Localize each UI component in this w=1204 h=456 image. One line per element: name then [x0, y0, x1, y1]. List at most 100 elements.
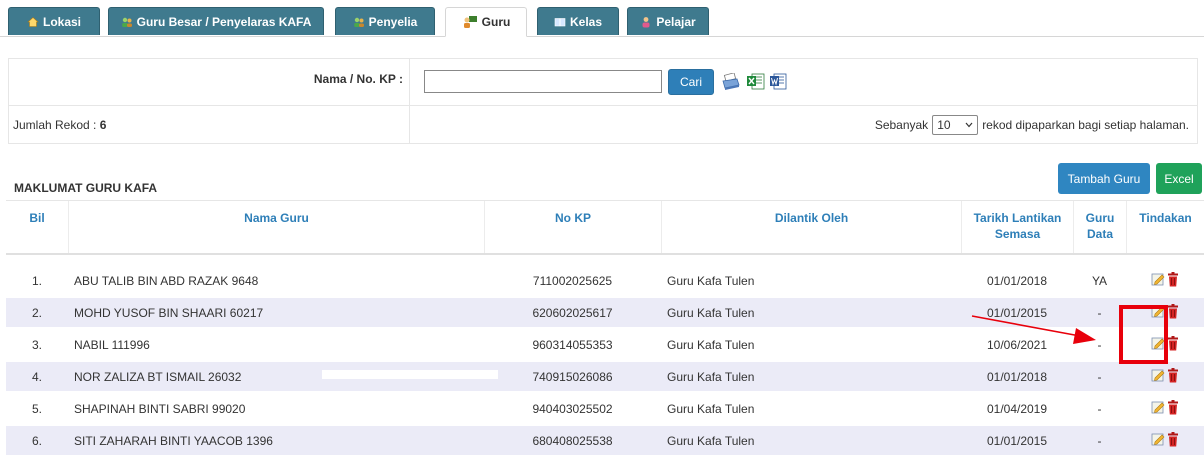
cell-dilantik: Guru Kafa Tulen [667, 305, 755, 320]
cell-tarikh: 01/01/2018 [986, 273, 1048, 288]
home-icon [27, 16, 39, 27]
per-page-select[interactable]: 10 [932, 115, 979, 135]
cell-tarikh: 01/01/2015 [986, 433, 1048, 448]
cell-nama: SHAPINAH BINTI SABRI 99020 [74, 401, 246, 416]
search-panel: Nama / No. KP : Cari Jumlah Rekod : 6 Se… [8, 58, 1198, 144]
cell-bil: 4. [31, 369, 42, 384]
cell-tindakan [1126, 394, 1204, 423]
per-page-prefix: Sebanyak [874, 118, 929, 132]
per-page-control: Sebanyak 10 rekod dipaparkan bagi setiap… [875, 115, 1189, 135]
redaction-mark [322, 370, 498, 379]
cell-bil: 6. [31, 433, 42, 448]
users-icon [353, 17, 364, 27]
record-count-value: 6 [99, 118, 107, 132]
table-row: 5. SHAPINAH BINTI SABRI 99020 940403025502… [6, 394, 1204, 423]
users-icon [121, 17, 132, 27]
delete-icon[interactable] [1167, 303, 1179, 322]
column-header-guru-data[interactable]: Guru Data [1073, 201, 1126, 253]
delete-icon[interactable] [1167, 399, 1179, 418]
cell-nokp: 620602025617 [532, 305, 613, 320]
cell-nokp: 740915026086 [532, 369, 613, 384]
cell-nokp: 680408025538 [532, 433, 613, 448]
cell-nama: ABU TALIB BIN ABD RAZAK 9648 [74, 273, 259, 288]
table-header: Bil Nama Guru No KP Dilantik Oleh Tarikh… [6, 200, 1204, 255]
record-count: Jumlah Rekod : 6 [13, 118, 106, 132]
redaction-mark [310, 347, 488, 356]
cell-nama: MOHD YUSOF BIN SHAARI 60217 [74, 305, 264, 320]
add-teacher-button[interactable]: Tambah Guru [1058, 163, 1150, 194]
tab-label: Lokasi [42, 14, 81, 29]
cell-dilantik: Guru Kafa Tulen [667, 401, 755, 416]
cell-dilantik: Guru Kafa Tulen [667, 273, 755, 288]
cell-dilantik: Guru Kafa Tulen [667, 433, 755, 448]
delete-icon[interactable] [1167, 367, 1179, 386]
cell-bil: 3. [31, 337, 42, 352]
column-divider [409, 59, 410, 105]
column-header-dilantik[interactable]: Dilantik Oleh [661, 201, 961, 253]
cell-dilantik: Guru Kafa Tulen [667, 369, 755, 384]
delete-icon[interactable] [1167, 431, 1179, 450]
cell-tindakan [1126, 266, 1204, 295]
cell-bil: 2. [31, 305, 42, 320]
table-row: 1. ABU TALIB BIN ABD RAZAK 9648 7110020256… [6, 266, 1204, 295]
cell-nokp: 960314055353 [532, 337, 613, 352]
column-header-nama[interactable]: Nama Guru [68, 201, 484, 253]
cell-bil: 5. [31, 401, 42, 416]
search-label: Nama / No. KP : [313, 72, 403, 86]
tab-penyelia[interactable]: Penyelia [335, 7, 435, 35]
chevron-down-icon [965, 122, 973, 128]
annotation-arrow [971, 315, 1096, 344]
tab-kelas[interactable]: Kelas [537, 7, 619, 35]
column-header-bil[interactable]: Bil [6, 201, 68, 253]
tab-guru-besar[interactable]: Guru Besar / Penyelaras KAFA [108, 7, 324, 35]
tab-label: Guru Besar / Penyelaras KAFA [136, 14, 312, 29]
tab-pelajar[interactable]: Pelajar [627, 7, 709, 35]
cell-nokp: 711002025625 [532, 273, 613, 288]
edit-icon[interactable] [1151, 400, 1165, 417]
cell-tindakan [1126, 362, 1204, 391]
records-row: Jumlah Rekod : 6 Sebanyak 10 rekod dipap… [9, 106, 1197, 144]
delete-icon[interactable] [1167, 271, 1179, 290]
cell-bil: 1. [31, 273, 42, 288]
print-icon[interactable] [721, 73, 741, 91]
excel-button[interactable]: Excel [1156, 163, 1202, 194]
edit-icon[interactable] [1151, 432, 1165, 449]
search-button[interactable]: Cari [668, 69, 714, 95]
tab-label: Guru [481, 15, 511, 29]
record-count-label: Jumlah Rekod : [13, 118, 100, 132]
edit-icon[interactable] [1151, 368, 1165, 385]
word-export-icon[interactable] [769, 73, 789, 91]
per-page-value: 10 [937, 118, 951, 132]
cell-guru-data: - [1097, 401, 1102, 416]
column-header-nokp[interactable]: No KP [484, 201, 661, 253]
table-row: 6. SITI ZAHARAH BINTI YAACOB 1396 68040802… [6, 426, 1204, 455]
per-page-suffix: rekod dipaparkan bagi setiap halaman. [982, 118, 1189, 132]
cell-guru-data: - [1097, 433, 1102, 448]
cell-dilantik: Guru Kafa Tulen [667, 337, 755, 352]
column-header-tarikh[interactable]: Tarikh Lantikan Semasa [961, 201, 1073, 253]
search-row: Nama / No. KP : Cari [9, 59, 1197, 106]
tab-lokasi[interactable]: Lokasi [8, 7, 100, 35]
tab-label: Penyelia [368, 14, 418, 29]
section-title: MAKLUMAT GURU KAFA [14, 181, 158, 195]
teacher-icon [463, 16, 477, 28]
tab-label: Kelas [569, 14, 603, 29]
excel-export-icon[interactable] [746, 73, 766, 91]
tab-guru[interactable]: Guru [445, 7, 527, 37]
tab-label: Pelajar [656, 14, 696, 29]
cell-guru-data: YA [1091, 273, 1108, 288]
cell-nama: SITI ZAHARAH BINTI YAACOB 1396 [74, 433, 273, 448]
edit-icon[interactable] [1151, 272, 1165, 289]
cell-nokp: 940403025502 [532, 401, 613, 416]
cell-guru-data: - [1097, 369, 1102, 384]
cell-tarikh: 01/04/2019 [986, 401, 1048, 416]
tab-bar: Lokasi Guru Besar / Penyelaras KAFA Peny… [0, 0, 1204, 37]
table-body: 1. ABU TALIB BIN ABD RAZAK 9648 7110020256… [6, 266, 1204, 455]
search-input[interactable] [424, 70, 662, 93]
column-divider [409, 106, 410, 144]
delete-icon[interactable] [1167, 335, 1179, 354]
annotation-highlight-box [1119, 305, 1168, 364]
cell-tarikh: 01/01/2018 [986, 369, 1048, 384]
book-icon [554, 17, 566, 26]
column-header-tindakan: Tindakan [1126, 201, 1204, 253]
